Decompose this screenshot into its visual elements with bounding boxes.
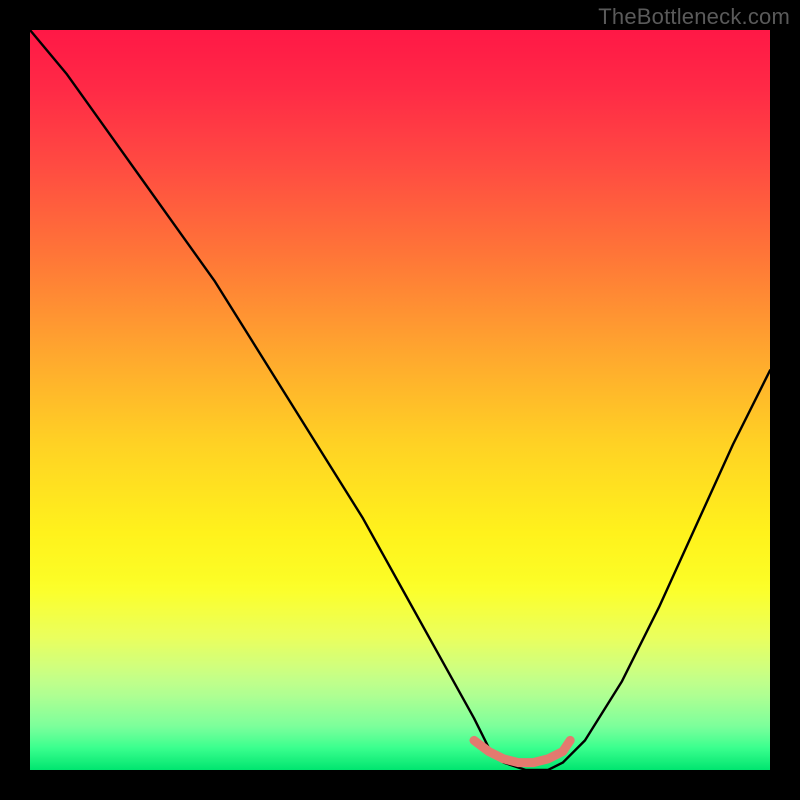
chart-frame: TheBottleneck.com xyxy=(0,0,800,800)
watermark-text: TheBottleneck.com xyxy=(598,4,790,30)
bottleneck-curve xyxy=(30,30,770,770)
curve-layer xyxy=(30,30,770,770)
valley-floor-marker xyxy=(474,740,570,762)
plot-area xyxy=(30,30,770,770)
